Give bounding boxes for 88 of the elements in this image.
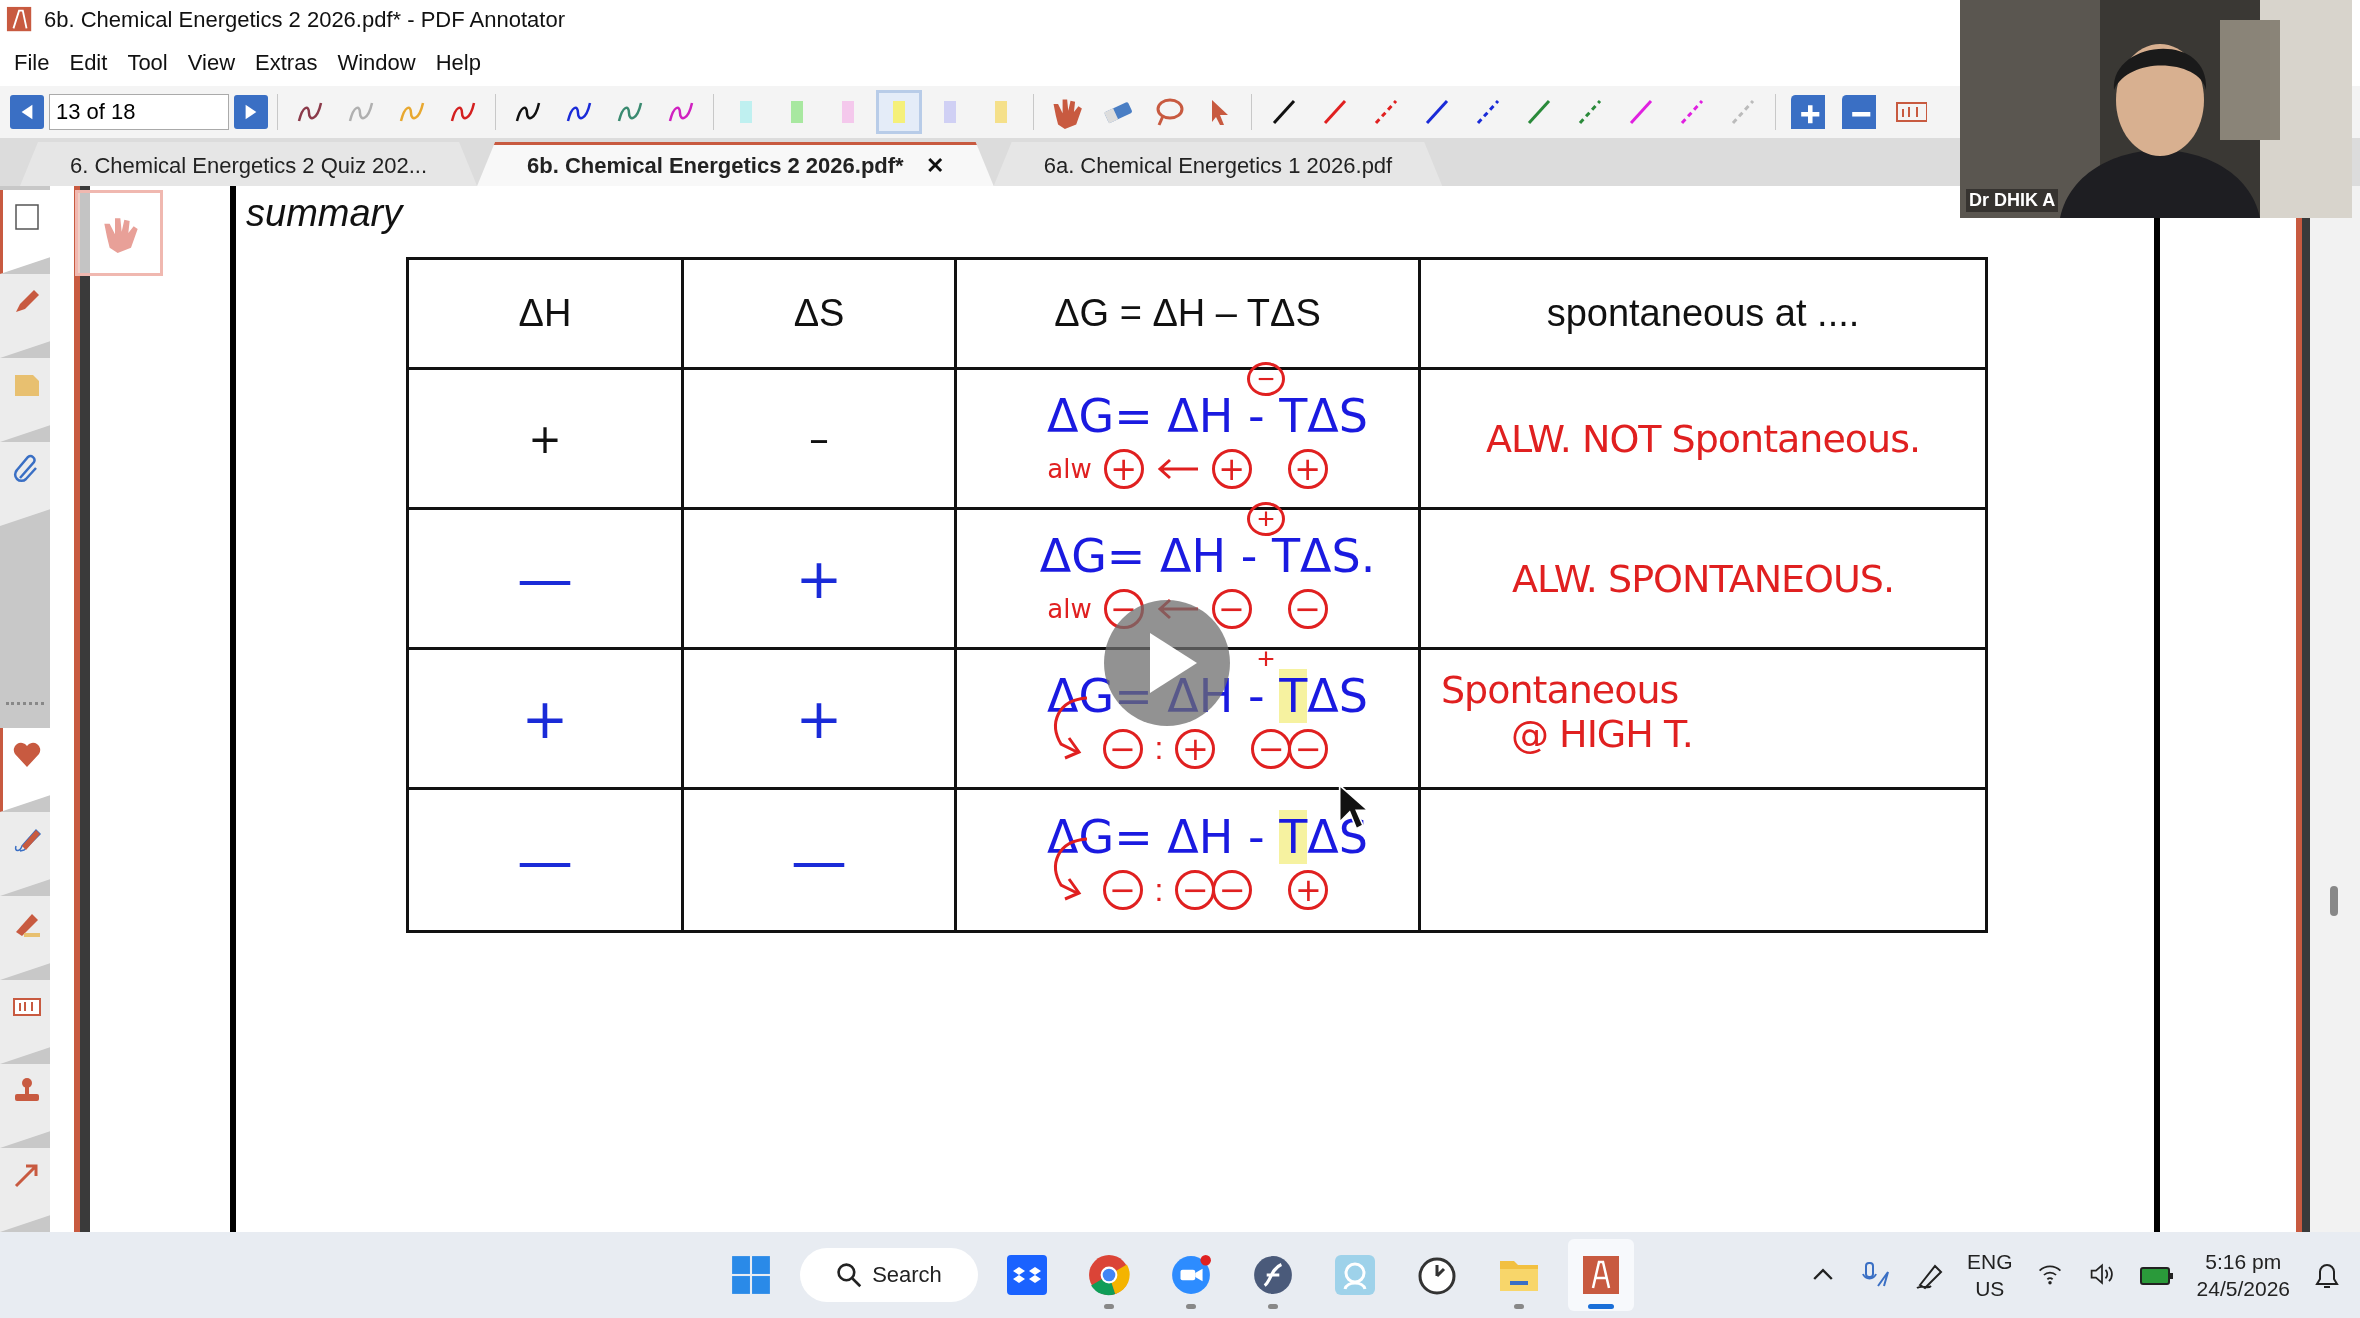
page-thumbnail[interactable] [75,190,163,276]
menu-item[interactable]: Edit [59,50,118,76]
sign-text: – [809,415,829,462]
separator-text: : [1154,730,1164,767]
sidebar-tab[interactable] [0,274,50,358]
tab-label: 6a. Chemical Energetics 1 2026.pdf [1043,152,1393,179]
dropbox-icon [1007,1255,1047,1295]
running-indicator [1104,1304,1114,1309]
window-title: 6b. Chemical Energetics 2 2026.pdf* - PDF Annotator [44,7,565,33]
running-indicator [1588,1304,1614,1309]
document-tab[interactable]: 6b. Chemical Energetics 2 2026.pdf* ✕ [477,142,994,186]
sign-mark: + [1256,642,1276,676]
sign-text: — [517,827,573,893]
sign-mark: + [1247,502,1285,536]
column-header: ΔS [684,260,957,370]
swirl-icon [1252,1254,1294,1296]
circled-sign: − [1212,870,1253,910]
clock-icon [1417,1255,1457,1295]
menu-item[interactable]: File [4,50,60,76]
arrow-icon [1155,456,1200,481]
search-button[interactable]: Search [800,1248,978,1302]
sidebar-tab[interactable] [0,896,50,980]
circled-sign: + [1288,870,1329,910]
video-call-icon [1170,1254,1212,1296]
sidebar-tab[interactable] [0,1148,50,1232]
scrollbar-thumb[interactable] [2330,886,2338,916]
previous-page-button[interactable] [10,95,44,129]
sidebar-tab[interactable] [0,980,50,1064]
menu-item[interactable]: View [177,50,246,76]
note-text: alw [1047,593,1092,624]
separator-text: : [1154,871,1164,909]
sidebar-tab[interactable] [0,190,50,274]
app-logo-icon [6,6,34,34]
next-page-button[interactable] [234,95,268,129]
circled-sign: − [1102,728,1143,769]
language-indicator[interactable]: ENG US [1967,1247,2013,1303]
column-header: ΔG = ΔH – TΔS [957,260,1421,370]
sign-text: + [528,415,562,462]
sidebar-tab[interactable] [0,812,50,896]
verdict-text: ALW. NOT Spontaneous. [1485,416,1921,461]
annotator-icon [1581,1254,1621,1296]
tab-label: 6. Chemical Energetics 2 Quiz 202... [70,152,428,179]
column-header: ΔH [409,260,684,370]
menu-item[interactable]: Tool [117,50,178,76]
sign-text: — [791,827,847,893]
verdict-text: ALW. SPONTANEOUS. [1511,556,1894,601]
circled-sign: − [1175,870,1216,910]
sign-text: + [795,546,843,611]
sidebar-tab[interactable] [0,1064,50,1148]
menu-item[interactable]: Extras [245,50,328,76]
circled-sign: − [1287,588,1328,629]
circled-sign: − [1251,728,1292,769]
search-icon [836,1262,863,1288]
document-tab[interactable]: 6. Chemical Energetics 2 Quiz 202... [20,142,478,186]
sign-text: + [521,686,569,751]
note-text: alw [1047,453,1092,484]
running-indicator [1268,1304,1278,1309]
tab-label: 6b. Chemical Energetics 2 2026.pdf* [527,152,904,179]
circled-sign: + [1287,448,1328,489]
browser-icon [1088,1254,1130,1296]
menu-item[interactable]: Window [327,50,426,76]
sign-text: + [795,686,843,751]
sidebar-tab[interactable] [0,728,50,812]
portrait-icon [1335,1255,1375,1295]
column-header: spontaneous at .... [1421,260,1985,370]
sign-text: — [517,546,573,611]
circled-sign: + [1175,728,1216,769]
circled-sign: − [1102,870,1143,910]
page-number-field[interactable]: 13 of 18 [49,94,229,130]
document-tab[interactable]: 6a. Chemical Energetics 1 2026.pdf [993,142,1443,186]
verdict-text: @ HIGH T. [1511,712,1693,756]
sidebar-tab[interactable] [0,442,50,526]
page-heading: summary [246,192,403,235]
zoom-in-icon [1791,95,1825,129]
clock-text[interactable]: 5:16 pm 24/5/2026 [2196,1247,2290,1303]
windows-icon [730,1254,772,1296]
running-indicator [1186,1304,1196,1309]
circled-sign: + [1211,448,1252,489]
participant-name: Dr DHIK A [1966,189,2059,212]
sign-mark: − [1247,362,1285,396]
menu-item[interactable]: Help [425,50,491,76]
circled-sign: − [1288,728,1329,769]
circled-sign: + [1103,448,1144,489]
zoom-out-icon [1842,95,1876,129]
running-indicator [1514,1304,1524,1309]
equation-text: ΔG= ΔH - TΔS [1047,810,1368,864]
close-tab-button[interactable]: ✕ [925,152,944,179]
verdict-text: Spontaneous [1441,668,1679,712]
